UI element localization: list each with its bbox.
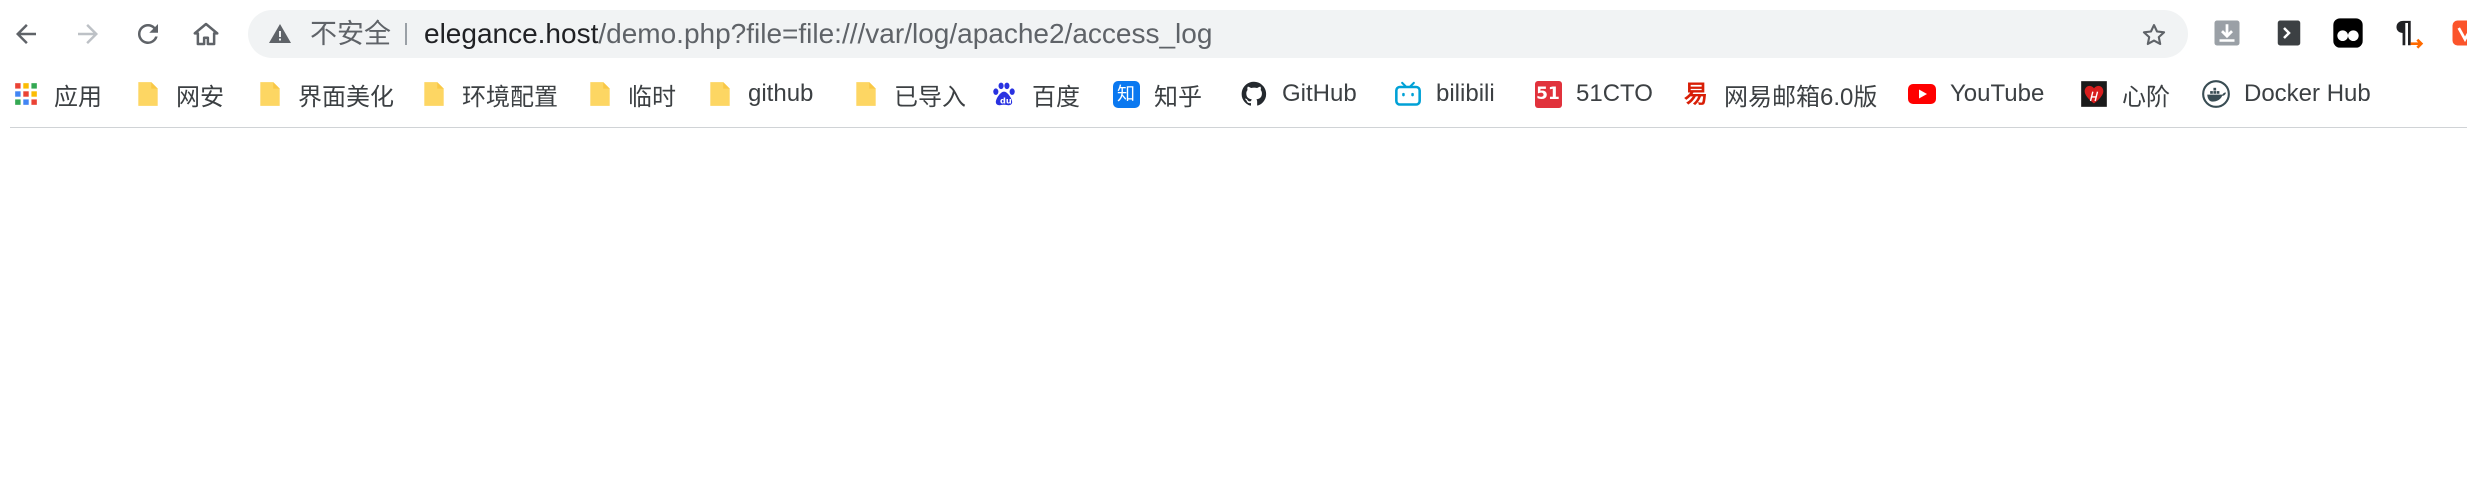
bookmark-label: 应用 xyxy=(54,83,102,111)
download-extension-button[interactable] xyxy=(2210,16,2244,50)
baidu-icon: du xyxy=(990,80,1018,108)
51cto-icon: 51 xyxy=(1534,80,1562,108)
bookmark-label: 51CTO xyxy=(1576,80,1653,107)
bookmark-label: 知乎 xyxy=(1154,83,1202,111)
bookmark-label: 网安 xyxy=(176,83,224,111)
bookmark-baidu[interactable]: du 百度 xyxy=(990,72,1080,116)
toolbar-divider xyxy=(10,127,2467,128)
bookmark-label: 心阶 xyxy=(2122,83,2170,111)
svg-text:du: du xyxy=(1000,95,1012,105)
folder-icon xyxy=(852,80,880,108)
bookmark-folder-temp[interactable]: 临时 xyxy=(586,72,676,116)
folder-icon xyxy=(586,80,614,108)
bookmarks-bar: 应用 网安 界面美化 环境配置 临时 github 已导入 du 百度 知 知乎… xyxy=(0,72,2467,116)
bookmark-folder-imported[interactable]: 已导入 xyxy=(852,72,966,116)
github-icon xyxy=(1240,80,1268,108)
youtube-icon xyxy=(1908,80,1936,108)
bookmark-zhihu[interactable]: 知 知乎 xyxy=(1112,72,1202,116)
url-path: /demo.php?file=file:///var/log/apache2/a… xyxy=(598,18,1213,49)
bilibili-icon xyxy=(1394,80,1422,108)
bookmark-folder-github[interactable]: github xyxy=(706,72,813,116)
home-button[interactable] xyxy=(186,14,226,54)
brave-extension-icon xyxy=(2452,20,2467,46)
bookmark-label: github xyxy=(748,80,814,107)
folder-icon xyxy=(134,80,162,108)
bookmark-github[interactable]: GitHub xyxy=(1240,72,1357,116)
zhihu-icon-glyph: 知 xyxy=(1112,80,1140,108)
bookmark-folder-env[interactable]: 环境配置 xyxy=(420,72,558,116)
bookmark-folder-wangan[interactable]: 网安 xyxy=(134,72,224,116)
terminal-extension-icon xyxy=(2277,20,2301,46)
paragraph-extension-button[interactable]: ¶ xyxy=(2391,16,2425,50)
home-icon xyxy=(193,22,219,46)
warning-icon[interactable] xyxy=(268,22,292,46)
folder-icon xyxy=(420,80,448,108)
bookmark-51cto[interactable]: 51 51CTO xyxy=(1534,72,1653,116)
bookmark-label: 界面美化 xyxy=(298,83,394,111)
bookmark-netease-mail[interactable]: 易 网易邮箱6.0版 xyxy=(1682,72,1877,116)
reload-button[interactable] xyxy=(128,14,168,54)
bookmark-xinjie[interactable]: 心阶 xyxy=(2080,72,2170,116)
terminal-extension-button[interactable] xyxy=(2272,16,2306,50)
bookmark-label: 已导入 xyxy=(894,83,966,111)
zhihu-icon: 知 xyxy=(1112,80,1140,108)
brave-extension-button[interactable] xyxy=(2448,16,2467,50)
docker-icon xyxy=(2202,80,2230,108)
bookmark-star-icon[interactable] xyxy=(2140,21,2168,49)
bookmark-bilibili[interactable]: bilibili xyxy=(1394,72,1495,116)
address-bar[interactable]: 不安全 elegance.host/demo.php?file=file:///… xyxy=(248,10,2188,58)
bookmark-label: YouTube xyxy=(1950,80,2045,107)
svg-text:¶: ¶ xyxy=(2395,17,2414,49)
bookmark-label: 临时 xyxy=(628,83,676,111)
netease-mail-icon: 易 xyxy=(1682,80,1710,108)
folder-icon xyxy=(706,80,734,108)
download-extension-icon xyxy=(2214,20,2240,46)
bookmark-label: bilibili xyxy=(1436,80,1495,107)
bookmark-folder-ui[interactable]: 界面美化 xyxy=(256,72,394,116)
bookmark-label: 环境配置 xyxy=(462,83,558,111)
reload-icon xyxy=(137,23,158,44)
tampermonkey-extension-icon xyxy=(2333,18,2363,48)
security-status-label[interactable]: 不安全 xyxy=(310,10,391,58)
url-text[interactable]: elegance.host/demo.php?file=file:///var/… xyxy=(424,10,1212,58)
back-arrow-icon xyxy=(16,24,36,44)
url-host: elegance.host xyxy=(424,18,599,49)
xinjie-icon xyxy=(2080,80,2108,108)
netease-mail-icon-glyph: 易 xyxy=(1684,79,1708,108)
forward-button[interactable] xyxy=(68,14,108,54)
paragraph-extension-icon: ¶ xyxy=(2395,17,2424,49)
folder-icon xyxy=(256,80,284,108)
bookmark-label: 网易邮箱6.0版 xyxy=(1724,83,1878,111)
browser-toolbar: 不安全 elegance.host/demo.php?file=file:///… xyxy=(0,0,2467,66)
forward-arrow-icon xyxy=(78,24,98,44)
bookmark-docker-hub[interactable]: Docker Hub xyxy=(2202,72,2371,116)
bookmark-apps[interactable]: 应用 xyxy=(12,72,102,116)
address-separator xyxy=(405,23,407,45)
apps-grid-icon xyxy=(12,80,40,108)
bookmark-label: GitHub xyxy=(1282,80,1357,107)
bookmark-youtube[interactable]: YouTube xyxy=(1908,72,2044,116)
tampermonkey-extension-button[interactable] xyxy=(2331,16,2365,50)
back-button[interactable] xyxy=(6,14,46,54)
51cto-icon-glyph: 51 xyxy=(1534,80,1562,108)
bookmark-label: 百度 xyxy=(1032,83,1080,111)
bookmark-label: Docker Hub xyxy=(2244,80,2371,107)
